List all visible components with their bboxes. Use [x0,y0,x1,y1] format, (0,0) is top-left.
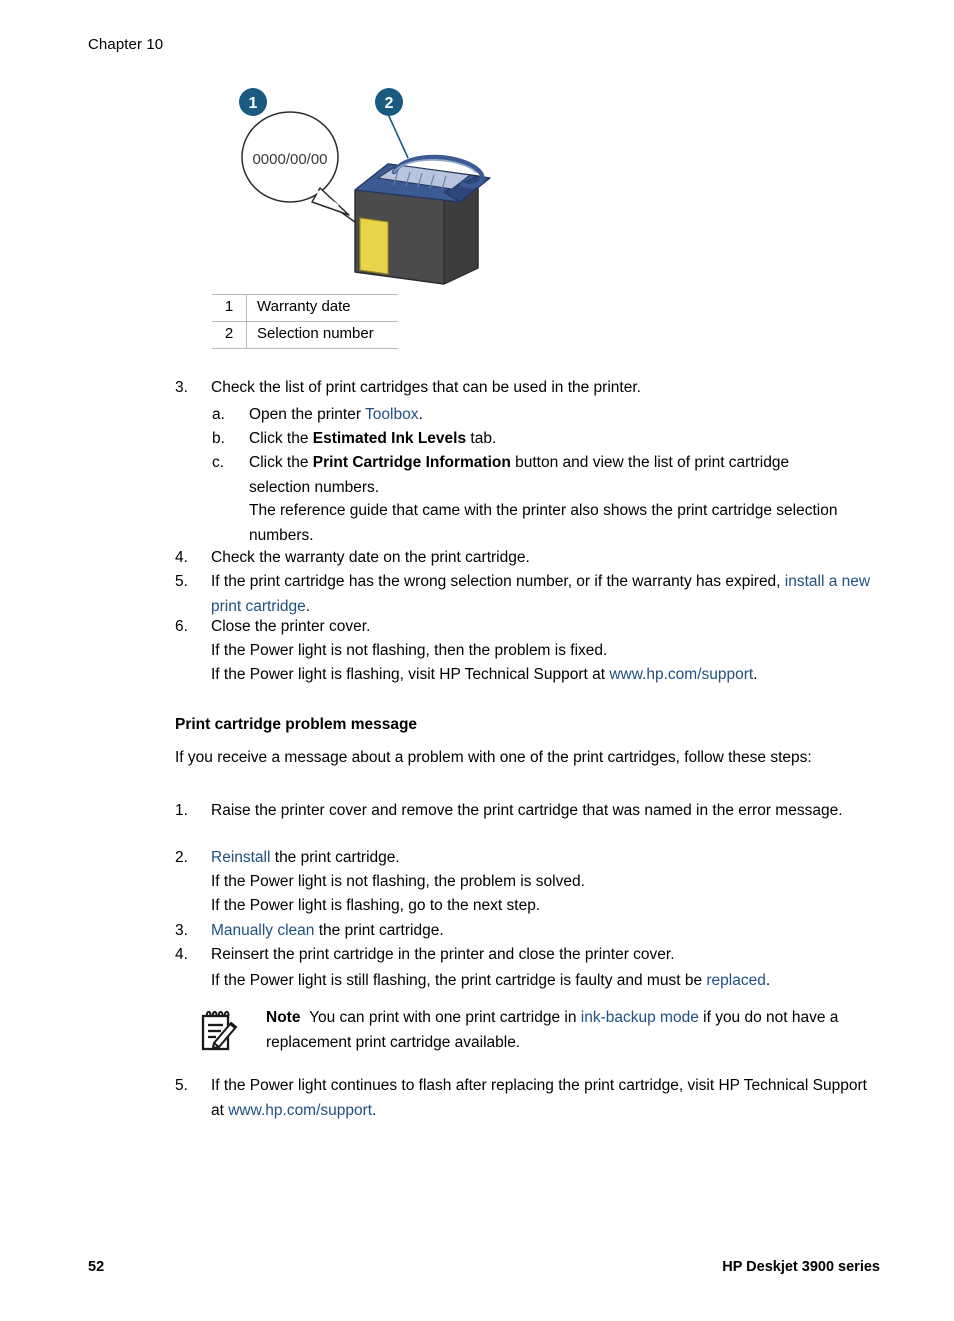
list-item-3c-pre: Click the [249,454,313,471]
list-item-4-text: Check the warranty date on the print car… [211,549,530,566]
list-item-5-pre: If the print cartridge has the wrong sel… [211,573,785,590]
list-item-3b-text: Click the Estimated Ink Levels tab. [249,427,889,452]
list-item-5-marker: 5. [175,573,188,590]
problem-list-item-5-post: . [372,1101,377,1119]
document-page: Chapter 10 1 2 0000/00/00 1 Warranty dat… [0,0,954,1321]
list-item-3b-marker: b. [212,430,225,447]
problem-list-item-4-line2: If the Power light is still flashing, th… [211,969,911,994]
list-item-6-line3: If the Power light is flashing, visit HP… [211,663,911,688]
list-item-6-marker: 6. [175,618,188,635]
legend-label: Selection number [246,320,398,349]
problem-list-item-2-line3: If the Power light is flashing, go to th… [211,897,541,914]
ink-backup-mode-link[interactable]: ink-backup mode [581,1009,699,1026]
list-item-6-line3-post: . [753,666,758,683]
note-pre: You can print with one print cartridge i… [309,1009,581,1026]
list-item-3c-marker: c. [212,454,225,471]
warranty-date-text: 0000/00/00 [252,151,327,168]
list-item-6-line2: If the Power light is not flashing, then… [211,642,608,659]
problem-list-item-4-line2-pre: If the Power light is still flashing, th… [211,972,707,989]
list-item-4-marker: 4. [175,549,188,566]
note-text: Note You can print with one print cartri… [266,1006,876,1055]
reinstall-link[interactable]: Reinstall [211,849,270,866]
problem-list-item-3-text: Manually clean the print cartridge. [211,919,901,944]
problem-list-item-2-marker: 2. [175,849,188,866]
manually-clean-link[interactable]: Manually clean [211,922,314,939]
problem-list-item-4-marker: 4. [175,946,188,963]
table-row: 1 Warranty date [212,294,398,322]
callout-badge-2: 2 [375,88,403,116]
problem-list-item-1-text: Raise the printer cover and remove the p… [211,802,843,819]
list-item-5-text: If the print cartridge has the wrong sel… [211,570,871,619]
callout-2-leader-line [387,113,409,159]
list-item-3a-marker: a. [212,406,225,423]
problem-list-item-4-line2-post: . [765,972,771,989]
problem-list-item-3-marker: 3. [175,922,188,939]
footer-product-name: HP Deskjet 3900 series [722,1259,880,1275]
figure-legend-table: 1 Warranty date 2 Selection number [212,294,398,349]
hp-support-link[interactable]: www.hp.com/support [609,666,753,683]
estimated-ink-levels-tab-label: Estimated Ink Levels [312,430,467,447]
problem-list-item-3-post: the print cartridge. [314,922,444,939]
legend-number: 1 [212,294,247,322]
list-item-3-text: Check the list of print cartridges that … [211,379,641,396]
list-item-3-reference-note: The reference guide that came with the p… [249,502,838,544]
hp-support-link-2[interactable]: www.hp.com/support [228,1102,372,1119]
chapter-header: Chapter 10 [88,36,164,53]
problem-list-item-2-text: Reinstall the print cartridge. [211,846,901,871]
list-item-3c-text: Click the Print Cartridge Information bu… [249,451,824,500]
notepad-pencil-icon [200,1008,240,1052]
problem-list-item-4-text: Reinsert the print cartridge in the prin… [211,946,675,963]
list-item-6-line3-pre: If the Power light is flashing, visit HP… [211,666,610,683]
print-cartridge-figure: 1 2 0000/00/00 [212,72,542,287]
print-cartridge-information-button-label: Print Cartridge Information [312,454,511,471]
list-item-3-marker: 3. [175,379,188,396]
note-label: Note [266,1009,301,1026]
toolbox-link[interactable]: Toolbox [365,406,418,423]
problem-list-item-2-line2: If the Power light is not flashing, the … [211,873,585,890]
list-item-5-post: . [305,597,311,615]
problem-list-item-1-marker: 1. [175,802,188,819]
problem-list-item-2-post: the print cartridge. [270,849,400,866]
problem-list-item-5-text: If the Power light continues to flash af… [211,1074,871,1123]
section-intro-paragraph: If you receive a message about a problem… [175,749,812,766]
problem-list-item-5-marker: 5. [175,1077,188,1094]
list-item-3b-post: tab. [466,430,497,447]
list-item-3a-post: . [418,406,423,423]
section-heading: Print cartridge problem message [175,716,418,733]
replaced-link[interactable]: replaced [706,972,765,989]
legend-label: Warranty date [246,294,398,322]
list-item-6-text: Close the printer cover. [211,618,371,635]
print-cartridge-illustration [354,154,491,285]
list-item-3a-text: Open the printer Toolbox. [249,403,889,428]
footer-page-number: 52 [88,1259,105,1275]
list-item-3a-pre: Open the printer [249,406,366,423]
legend-number: 2 [212,320,247,349]
callout-2-number: 2 [385,95,394,112]
table-row: 2 Selection number [212,320,398,349]
list-item-3b-pre: Click the [249,430,313,447]
callout-badge-1: 1 [239,88,267,116]
callout-1-number: 1 [249,95,258,112]
